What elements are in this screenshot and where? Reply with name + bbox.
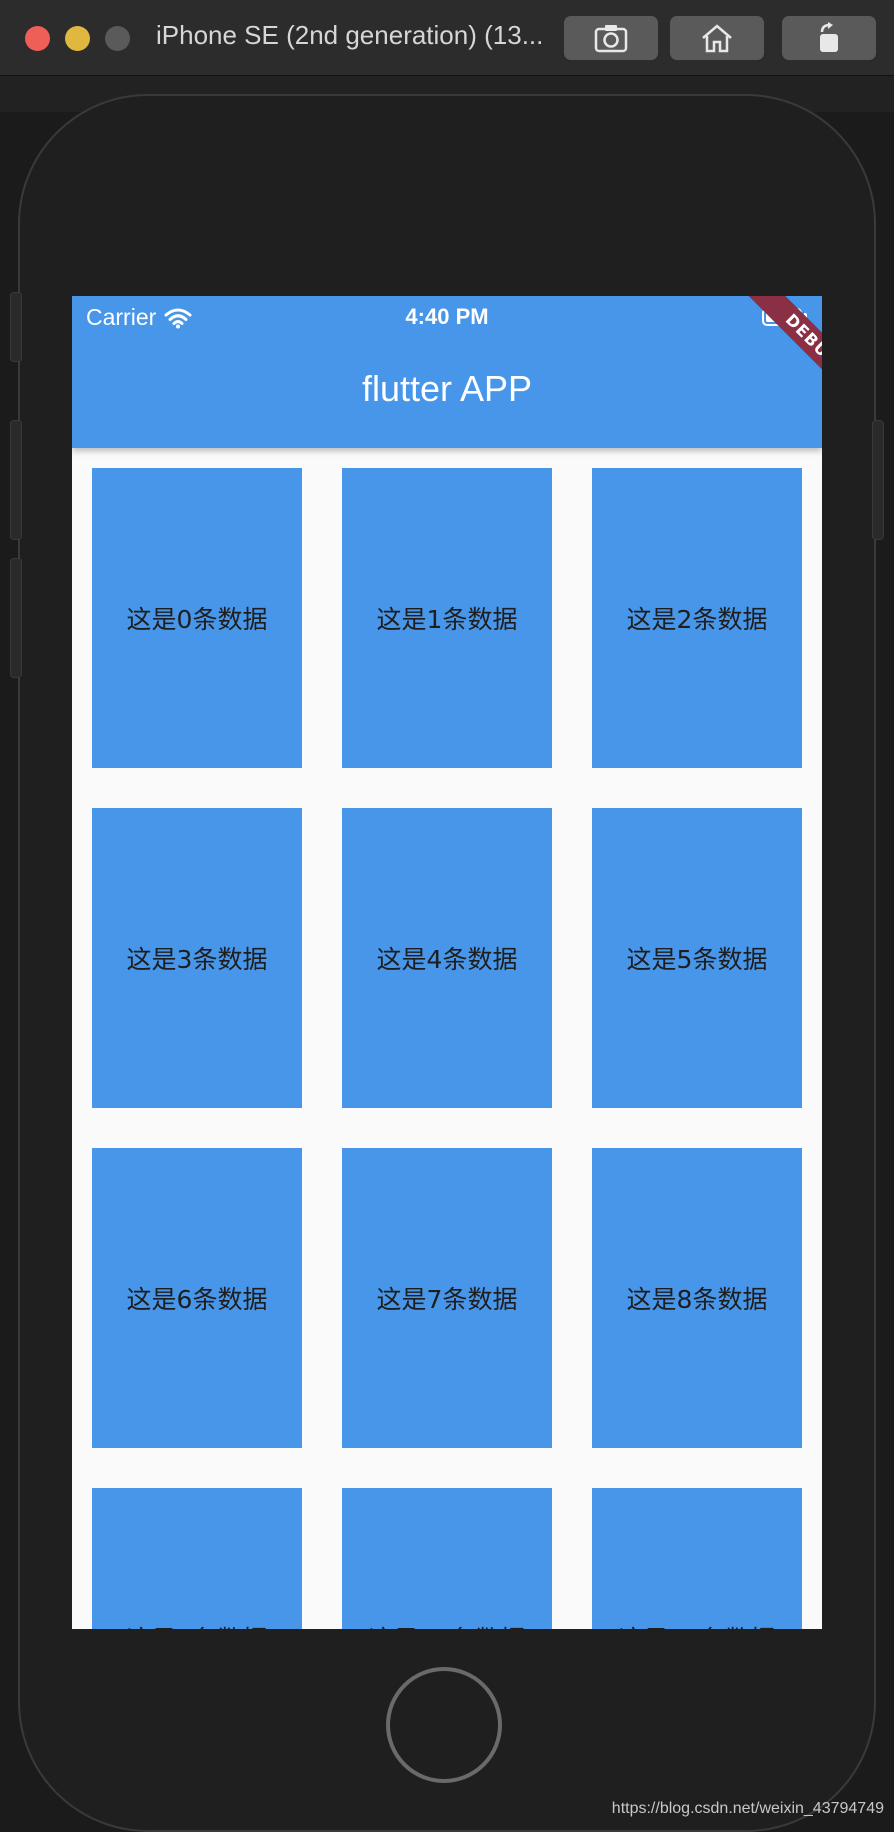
home-button-toolbar[interactable]	[670, 16, 764, 60]
simulator-titlebar: iPhone SE (2nd generation) (13...	[0, 0, 894, 76]
data-grid: 这是0条数据 这是1条数据 这是2条数据 这是3条数据 这是4条数据 这是5条数…	[92, 468, 802, 1629]
minimize-window-button[interactable]	[65, 26, 90, 51]
status-time: 4:40 PM	[405, 304, 489, 329]
close-window-button[interactable]	[25, 26, 50, 51]
grid-item[interactable]: 这是6条数据	[92, 1148, 302, 1448]
app-screen: Carrier 4:40 PM flutter APP DEBUG 这是0条数据…	[72, 296, 822, 1629]
grid-item[interactable]: 这是4条数据	[342, 808, 552, 1108]
app-bar: Carrier 4:40 PM flutter APP	[72, 296, 822, 448]
power-button[interactable]	[872, 420, 884, 540]
grid-item[interactable]: 这是1条数据	[342, 468, 552, 768]
device-home-button[interactable]	[386, 1667, 502, 1783]
grid-item[interactable]: 这是9条数据	[92, 1488, 302, 1629]
volume-down-button[interactable]	[10, 558, 22, 678]
rotate-icon	[820, 22, 838, 52]
grid-item[interactable]: 这是7条数据	[342, 1148, 552, 1448]
grid-item[interactable]: 这是11条数据	[592, 1488, 802, 1629]
screenshot-button[interactable]	[564, 16, 658, 60]
page-title: flutter APP	[361, 368, 533, 409]
rotate-button[interactable]	[782, 16, 876, 60]
simulator-title: iPhone SE (2nd generation) (13...	[156, 20, 544, 50]
camera-icon	[594, 25, 628, 53]
grid-item[interactable]: 这是10条数据	[342, 1488, 552, 1629]
home-icon	[702, 24, 732, 53]
mute-switch[interactable]	[10, 292, 22, 362]
grid-item[interactable]: 这是3条数据	[92, 808, 302, 1108]
zoom-window-button[interactable]	[105, 26, 130, 51]
grid-item[interactable]: 这是0条数据	[92, 468, 302, 768]
volume-up-button[interactable]	[10, 420, 22, 540]
grid-item[interactable]: 这是5条数据	[592, 808, 802, 1108]
grid-item[interactable]: 这是8条数据	[592, 1148, 802, 1448]
grid-item[interactable]: 这是2条数据	[592, 468, 802, 768]
watermark: https://blog.csdn.net/weixin_43794749	[611, 1800, 884, 1817]
